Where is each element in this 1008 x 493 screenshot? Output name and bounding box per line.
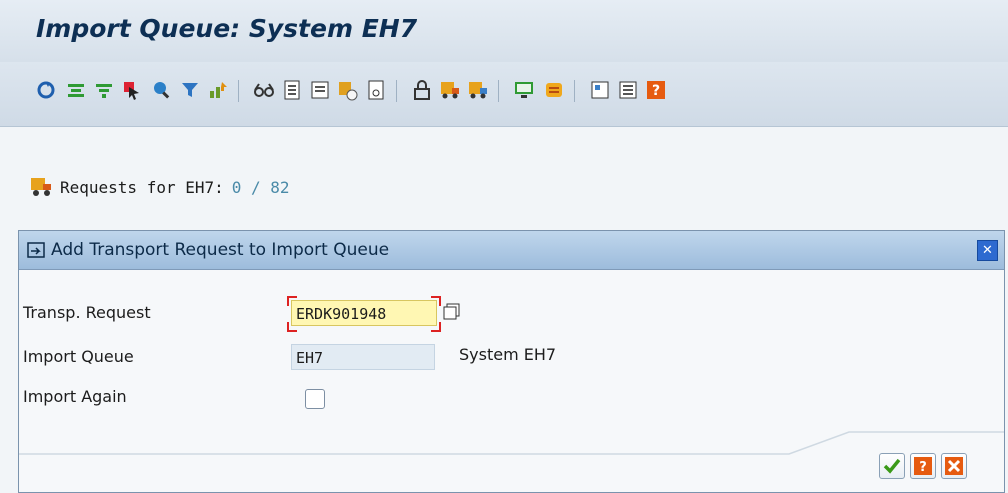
transport-detail-icon[interactable]: [336, 78, 360, 102]
import-request-icon[interactable]: [438, 78, 462, 102]
footer-divider: [19, 431, 1004, 455]
requests-label: Requests for EH7:: [60, 177, 224, 197]
confirm-button[interactable]: [879, 453, 905, 479]
focus-corner: [287, 322, 297, 332]
refresh-icon[interactable]: [34, 78, 58, 102]
truck-icon: [31, 178, 51, 196]
find-icon[interactable]: [150, 78, 174, 102]
log-icon[interactable]: [616, 78, 640, 102]
help-button[interactable]: ?: [910, 453, 936, 479]
help-icon: ?: [914, 457, 932, 475]
select-icon[interactable]: [120, 78, 144, 102]
focus-corner: [431, 296, 441, 306]
expand-all-icon[interactable]: [64, 78, 88, 102]
sort-icon[interactable]: [206, 78, 230, 102]
toolbar-separator: [498, 80, 499, 102]
request-label: Transp. Request: [23, 303, 151, 322]
dialog-title: Add Transport Request to Import Queue: [51, 240, 390, 260]
display-icon[interactable]: [364, 78, 388, 102]
toolbar-separator: [396, 80, 397, 102]
requests-info: Requests for EH7: 0 / 82: [30, 176, 290, 198]
svg-text:?: ?: [919, 460, 927, 475]
import-again-label: Import Again: [23, 387, 127, 406]
dialog-window-icon: [27, 242, 45, 258]
queue-description: System EH7: [459, 345, 557, 364]
title-bar: Import Queue: System EH7: [0, 0, 1008, 62]
import-queue-field[interactable]: EH7: [291, 344, 435, 370]
toolbar-separator: [574, 80, 575, 102]
svg-text:?: ?: [652, 83, 660, 99]
help-icon[interactable]: ?: [644, 78, 668, 102]
collapse-icon[interactable]: [92, 78, 116, 102]
transport-request-field[interactable]: ERDK901948: [291, 300, 437, 326]
dialog-header: Add Transport Request to Import Queue ✕: [19, 231, 1004, 270]
application-toolbar: ?: [0, 62, 1008, 127]
import-again-checkbox[interactable]: [305, 389, 325, 409]
cancel-icon: [945, 457, 963, 475]
queue-label: Import Queue: [23, 347, 134, 366]
import-all-icon[interactable]: [466, 78, 490, 102]
monitor-icon[interactable]: [512, 78, 536, 102]
focus-corner: [287, 296, 297, 306]
filter-icon[interactable]: [178, 78, 202, 102]
add-transport-dialog: Add Transport Request to Import Queue ✕ …: [18, 230, 1005, 493]
document-icon[interactable]: [280, 78, 304, 102]
toolbar-separator: [238, 80, 239, 102]
info-icon[interactable]: [588, 78, 612, 102]
check-icon: [883, 458, 901, 474]
close-icon[interactable]: ✕: [977, 240, 998, 261]
value-help-icon[interactable]: [443, 303, 461, 321]
cancel-button[interactable]: [941, 453, 967, 479]
list-icon[interactable]: [308, 78, 332, 102]
requests-count: 0 / 82: [231, 177, 290, 197]
lock-icon[interactable]: [410, 78, 434, 102]
focus-corner: [431, 322, 441, 332]
scroll-icon[interactable]: [542, 78, 566, 102]
glasses-icon[interactable]: [252, 78, 276, 102]
page-title: Import Queue: System EH7: [36, 14, 418, 43]
